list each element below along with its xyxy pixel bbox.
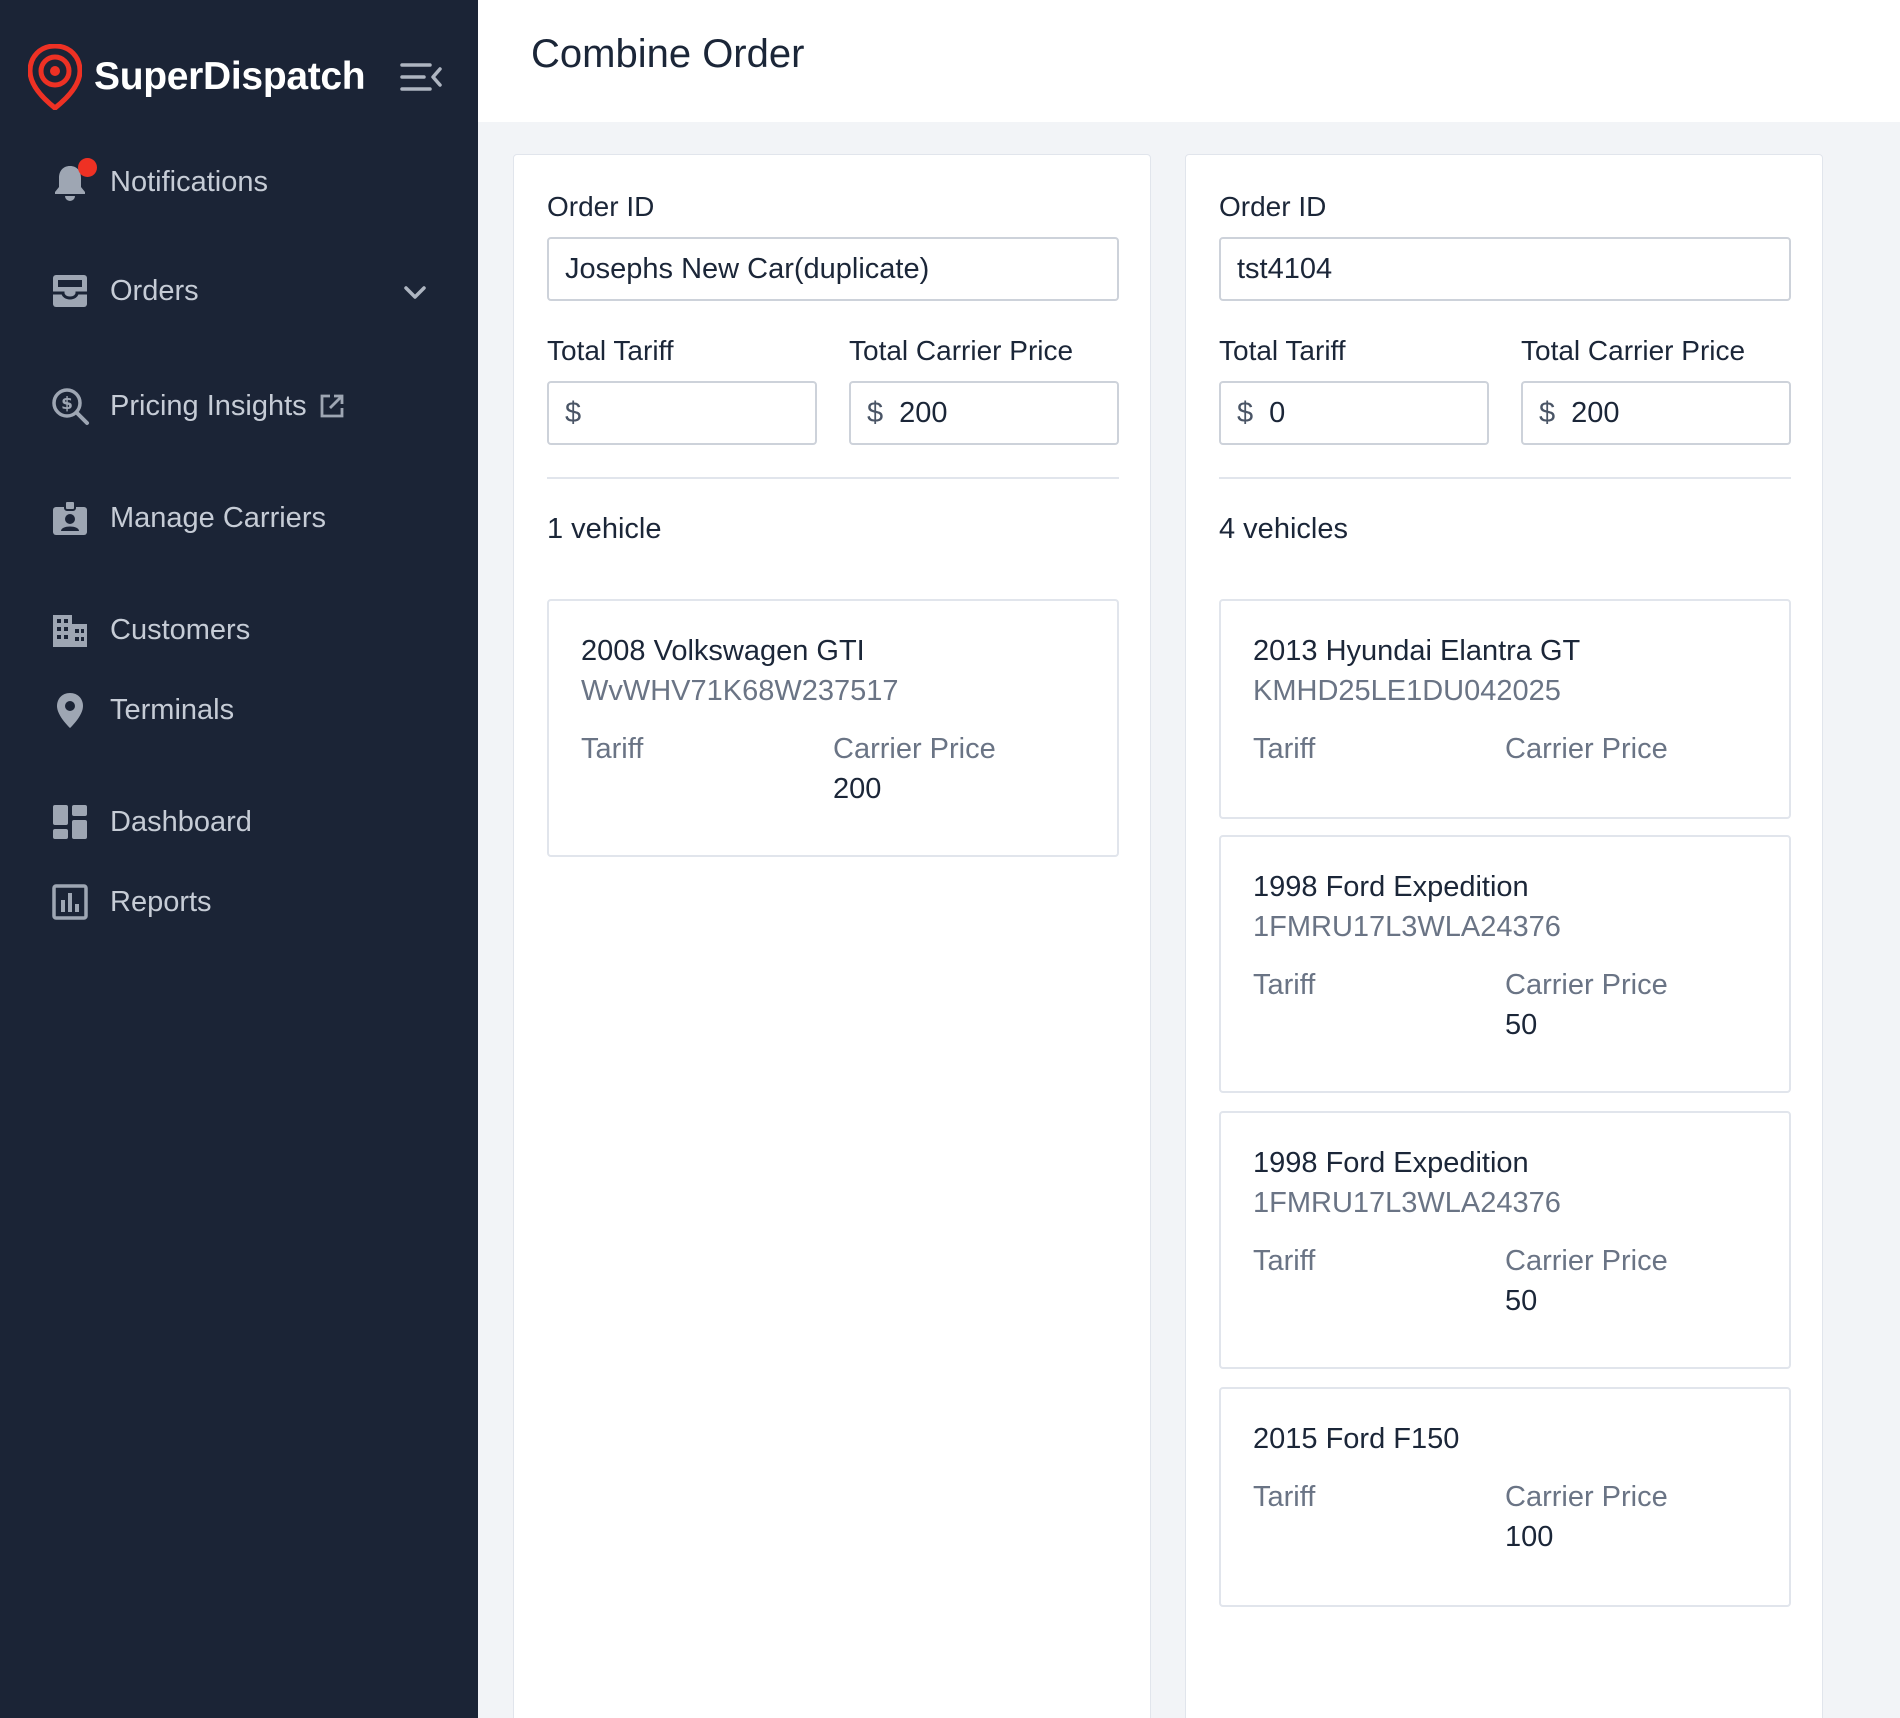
- carrier-price-label: Carrier Price: [1505, 733, 1668, 765]
- sidebar-item-manage-carriers[interactable]: Manage Carriers: [48, 493, 326, 543]
- sidebar-item-label: Reports: [110, 885, 212, 918]
- chevron-down-icon[interactable]: [400, 278, 430, 308]
- sidebar-item-label: Customers: [110, 613, 251, 646]
- order-id-input[interactable]: tst4104: [1219, 237, 1791, 301]
- total-carrier-price-value: 200: [899, 396, 948, 429]
- sidebar-item-pricing-insights[interactable]: $ Pricing Insights: [48, 381, 345, 431]
- bell-icon: [48, 158, 97, 204]
- total-carrier-price-value: 200: [1571, 396, 1620, 429]
- chart-icon: [48, 880, 92, 924]
- carrier-price-value: 50: [1505, 1009, 1538, 1041]
- external-link-icon: [320, 394, 344, 418]
- sidebar-item-reports[interactable]: Reports: [48, 877, 212, 927]
- total-carrier-price-input[interactable]: $ 200: [849, 381, 1119, 445]
- sidebar-item-label: Manage Carriers: [110, 501, 326, 534]
- tariff-label: Tariff: [1253, 1245, 1316, 1277]
- building-icon: [48, 608, 92, 652]
- carrier-price-value: 50: [1505, 1285, 1538, 1317]
- sidebar-item-label: Pricing Insights: [110, 389, 307, 422]
- total-tariff-input[interactable]: $: [547, 381, 817, 445]
- currency-symbol: $: [565, 396, 582, 429]
- vehicle-card[interactable]: 1998 Ford Expedition 1FMRU17L3WLA24376 T…: [1219, 1111, 1791, 1369]
- currency-symbol: $: [867, 396, 884, 429]
- total-tariff-value: 0: [1269, 396, 1286, 429]
- order-id-input[interactable]: Josephs New Car(duplicate): [547, 237, 1119, 301]
- order-panel-left: Order ID Josephs New Car(duplicate) Tota…: [513, 154, 1151, 1718]
- order-id-label: Order ID: [547, 191, 655, 222]
- total-tariff-label: Total Tariff: [547, 335, 674, 366]
- carrier-price-value: 100: [1505, 1521, 1554, 1553]
- carrier-price-value: 200: [833, 773, 882, 805]
- vehicle-vin: KMHD25LE1DU042025: [1253, 675, 1561, 707]
- notification-badge: [78, 158, 97, 177]
- sidebar-item-label: Terminals: [110, 693, 235, 726]
- carrier-price-label: Carrier Price: [833, 733, 996, 765]
- tariff-label: Tariff: [581, 733, 644, 765]
- carrier-price-label: Carrier Price: [1505, 1245, 1668, 1277]
- vehicle-card[interactable]: 2008 Volkswagen GTI WvWHV71K68W237517 Ta…: [547, 599, 1119, 857]
- tariff-label: Tariff: [1253, 1481, 1316, 1513]
- superdispatch-logo-icon: [28, 44, 82, 110]
- sidebar-item-customers[interactable]: Customers: [48, 605, 250, 655]
- carrier-price-label: Carrier Price: [1505, 1481, 1668, 1513]
- sidebar-item-dashboard[interactable]: Dashboard: [48, 797, 252, 847]
- brand[interactable]: SuperDispatch: [28, 44, 366, 110]
- vehicle-vin: 1FMRU17L3WLA24376: [1253, 1187, 1561, 1219]
- sidebar-item-label: Orders: [110, 274, 199, 307]
- dashboard-icon: [48, 800, 92, 844]
- tariff-label: Tariff: [1253, 969, 1316, 1001]
- pin-icon: [48, 688, 92, 732]
- vehicle-title: 1998 Ford Expedition: [1253, 1147, 1529, 1179]
- vehicle-vin: WvWHV71K68W237517: [581, 675, 899, 707]
- carrier-price-label: Carrier Price: [1505, 969, 1668, 1001]
- sidebar-item-notifications[interactable]: Notifications: [48, 157, 268, 207]
- tariff-label: Tariff: [1253, 733, 1316, 765]
- sidebar: SuperDispatch Notifications Orders $ Pri…: [0, 0, 478, 1718]
- total-carrier-price-input[interactable]: $ 200: [1521, 381, 1791, 445]
- currency-symbol: $: [1237, 396, 1254, 429]
- vehicle-title: 2013 Hyundai Elantra GT: [1253, 635, 1581, 667]
- app-name: SuperDispatch: [94, 55, 366, 98]
- page-title: Combine Order: [531, 32, 805, 76]
- vehicle-count: 4 vehicles: [1219, 513, 1348, 545]
- dollar-search-icon: $: [48, 384, 92, 428]
- badge-icon: [48, 496, 92, 540]
- order-id-value: Josephs New Car(duplicate): [565, 252, 930, 285]
- total-carrier-price-label: Total Carrier Price: [849, 335, 1074, 366]
- vehicle-title: 1998 Ford Expedition: [1253, 871, 1529, 903]
- vehicle-title: 2008 Volkswagen GTI: [581, 635, 865, 667]
- page-header: Combine Order: [478, 0, 1900, 122]
- sidebar-item-terminals[interactable]: Terminals: [48, 685, 234, 735]
- sidebar-item-label: Dashboard: [110, 805, 252, 838]
- divider: [547, 477, 1119, 479]
- total-tariff-label: Total Tariff: [1219, 335, 1346, 366]
- sidebar-item-label: Notifications: [110, 165, 268, 198]
- vehicle-card[interactable]: 1998 Ford Expedition 1FMRU17L3WLA24376 T…: [1219, 835, 1791, 1093]
- vehicle-count: 1 vehicle: [547, 513, 662, 545]
- currency-symbol: $: [1539, 396, 1556, 429]
- total-carrier-price-label: Total Carrier Price: [1521, 335, 1746, 366]
- vehicle-card[interactable]: 2015 Ford F150 Tariff Carrier Price 100: [1219, 1387, 1791, 1607]
- vehicle-title: 2015 Ford F150: [1253, 1423, 1460, 1455]
- total-tariff-input[interactable]: $ 0: [1219, 381, 1489, 445]
- order-id-value: tst4104: [1237, 252, 1333, 285]
- vehicle-vin: 1FMRU17L3WLA24376: [1253, 911, 1561, 943]
- order-id-label: Order ID: [1219, 191, 1327, 222]
- inbox-icon: [48, 269, 92, 313]
- vehicle-card[interactable]: 2013 Hyundai Elantra GT KMHD25LE1DU04202…: [1219, 599, 1791, 819]
- order-panel-right: Order ID tst4104 Total Tariff $ 0 Total …: [1185, 154, 1823, 1718]
- collapse-sidebar-icon[interactable]: [400, 60, 444, 94]
- svg-text:$: $: [61, 394, 73, 414]
- sidebar-item-orders[interactable]: Orders: [48, 266, 199, 316]
- divider: [1219, 477, 1791, 479]
